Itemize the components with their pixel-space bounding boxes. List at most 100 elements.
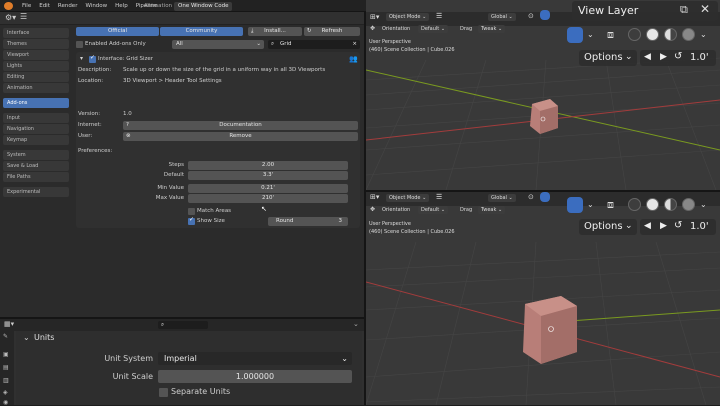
tab-animation[interactable]: Animation	[140, 2, 176, 11]
collapse-arrow-icon[interactable]: ⌄	[23, 333, 30, 342]
increase-icon[interactable]: ▶	[660, 221, 667, 231]
min-value-field[interactable]: 0.21'	[188, 184, 348, 193]
steps-field[interactable]: 2.00	[188, 161, 348, 170]
snap-icon[interactable]	[540, 10, 550, 20]
copy-icon[interactable]: ⧉	[680, 3, 688, 17]
solid-shading-icon[interactable]	[646, 198, 659, 211]
object-mode-dropdown[interactable]: Object Mode ⌄	[386, 13, 430, 21]
max-value-field[interactable]: 210'	[188, 194, 348, 203]
editor-type-icon[interactable]: ⊞▾	[370, 193, 379, 201]
editor-type-icon[interactable]: ⊞▾	[370, 13, 379, 21]
snap-icon[interactable]	[540, 192, 550, 202]
sidebar-item-save-load[interactable]: Save & Load	[3, 161, 69, 171]
solid-shading-icon[interactable]	[646, 28, 659, 41]
orientation-dropdown[interactable]: Default ⌄	[418, 25, 449, 33]
object-mode-dropdown[interactable]: Object Mode ⌄	[386, 194, 430, 202]
scene-tab-icon[interactable]: ◈	[3, 389, 8, 396]
orientation-dropdown[interactable]: Default ⌄	[418, 206, 449, 214]
menu-window[interactable]: Window	[81, 3, 111, 9]
cube-object[interactable]	[524, 98, 564, 138]
material-shading-icon[interactable]	[664, 198, 677, 211]
close-icon[interactable]: ×	[352, 40, 357, 49]
xray-icon[interactable]: ⧈	[607, 28, 614, 42]
properties-search-input[interactable]: ⌕	[158, 321, 208, 329]
show-size-checkbox[interactable]	[188, 216, 195, 225]
drag-dropdown[interactable]: Tweak ⌄	[478, 25, 506, 33]
enabled-only-checkbox[interactable]	[76, 41, 83, 48]
drag-dropdown[interactable]: Tweak ⌄	[478, 206, 506, 214]
overlay-gizmo-icon[interactable]	[567, 197, 583, 213]
sidebar-item-interface[interactable]: Interface	[3, 28, 69, 38]
sidebar-item-navigation[interactable]: Navigation	[3, 124, 69, 134]
remove-button[interactable]: ⊗ Remove	[123, 132, 358, 141]
options-dropdown[interactable]: Options ⌄	[579, 50, 637, 66]
close-icon[interactable]: ✕	[700, 2, 710, 16]
expand-arrow-icon[interactable]: ▾	[80, 55, 83, 62]
rendered-shading-icon[interactable]	[682, 198, 695, 211]
xray-icon[interactable]: ⧈	[607, 198, 614, 212]
options-dropdown[interactable]: Options ⌄	[579, 219, 637, 235]
separate-units-checkbox[interactable]	[159, 388, 168, 397]
move-icon[interactable]: ✥	[370, 206, 375, 213]
sidebar-item-animation[interactable]: Animation	[3, 83, 69, 93]
sidebar-item-experimental[interactable]: Experimental	[3, 187, 69, 197]
hamburger-icon[interactable]: ☰	[436, 12, 442, 20]
sidebar-item-file-paths[interactable]: File Paths	[3, 172, 69, 182]
category-dropdown[interactable]: All ⌄	[172, 40, 264, 49]
view-layer-tab-icon[interactable]: ▥	[3, 377, 9, 384]
round-field[interactable]: Round 3	[268, 217, 348, 226]
sidebar-item-addons[interactable]: Add-ons	[3, 98, 69, 108]
reset-icon[interactable]: ↺	[674, 220, 682, 231]
menu-help[interactable]: Help	[111, 3, 132, 9]
rendered-shading-icon[interactable]	[682, 28, 695, 41]
refresh-button[interactable]: ↻ Refresh	[304, 27, 360, 36]
search-input[interactable]: ⌕ Grid ×	[268, 40, 360, 49]
render-tab-icon[interactable]: ▣	[3, 351, 9, 358]
blender-logo-icon[interactable]	[4, 2, 13, 10]
chevron-down-icon[interactable]: ⌄	[700, 200, 707, 209]
wireframe-shading-icon[interactable]	[628, 28, 641, 41]
default-field[interactable]: 3.3'	[188, 171, 348, 180]
sidebar-item-themes[interactable]: Themes	[3, 39, 69, 49]
menu-edit[interactable]: Edit	[35, 3, 54, 9]
sidebar-item-keymap[interactable]: Keymap	[3, 135, 69, 145]
grid-size-stepper[interactable]: ◀ ▶ ↺ 1.0'	[640, 219, 716, 235]
chevron-down-icon[interactable]: ⌄	[353, 320, 359, 328]
transform-orientation-dropdown[interactable]: Global ⌄	[488, 13, 516, 21]
reset-icon[interactable]: ↺	[674, 51, 682, 62]
tab-official[interactable]: Official	[76, 27, 159, 36]
transform-orientation-dropdown[interactable]: Global ⌄	[488, 194, 516, 202]
install-button[interactable]: ⤓ Install...	[248, 27, 302, 36]
unit-system-dropdown[interactable]: Imperial ⌄	[158, 352, 352, 365]
move-icon[interactable]: ✥	[370, 25, 375, 32]
wireframe-shading-icon[interactable]	[628, 198, 641, 211]
sidebar-item-system[interactable]: System	[3, 150, 69, 160]
chevron-down-icon[interactable]: ⌄	[587, 30, 594, 39]
overlay-gizmo-icon[interactable]	[567, 27, 583, 43]
menu-render[interactable]: Render	[54, 3, 82, 9]
menu-file[interactable]: File	[18, 3, 35, 9]
sidebar-item-editing[interactable]: Editing	[3, 72, 69, 82]
sidebar-item-lights[interactable]: Lights	[3, 61, 69, 71]
grid-size-stepper[interactable]: ◀ ▶ ↺ 1.0'	[640, 50, 716, 66]
increase-icon[interactable]: ▶	[660, 52, 667, 62]
chevron-down-icon[interactable]: ⌄	[700, 30, 707, 39]
chevron-down-icon[interactable]: ⌄	[587, 200, 594, 209]
sidebar-item-input[interactable]: Input	[3, 113, 69, 123]
documentation-button[interactable]: ? Documentation	[123, 121, 358, 130]
unit-scale-field[interactable]: 1.000000	[158, 370, 352, 383]
properties-icon[interactable]: ▦▾	[4, 320, 14, 328]
tab-community[interactable]: Community	[160, 27, 243, 36]
tool-tab-icon[interactable]: ✎	[3, 333, 8, 340]
sidebar-item-viewport[interactable]: Viewport	[3, 50, 69, 60]
hamburger-icon[interactable]: ☰	[20, 12, 27, 21]
match-areas-checkbox[interactable]	[188, 208, 195, 215]
material-shading-icon[interactable]	[664, 28, 677, 41]
decrease-icon[interactable]: ◀	[644, 221, 651, 231]
addon-enabled-checkbox[interactable]	[89, 54, 96, 63]
gear-icon[interactable]: ⚙▾	[5, 13, 16, 22]
decrease-icon[interactable]: ◀	[644, 52, 651, 62]
hamburger-icon[interactable]: ☰	[436, 193, 442, 201]
cube-object[interactable]	[521, 294, 583, 366]
pivot-icon[interactable]: ⊙	[528, 12, 534, 20]
